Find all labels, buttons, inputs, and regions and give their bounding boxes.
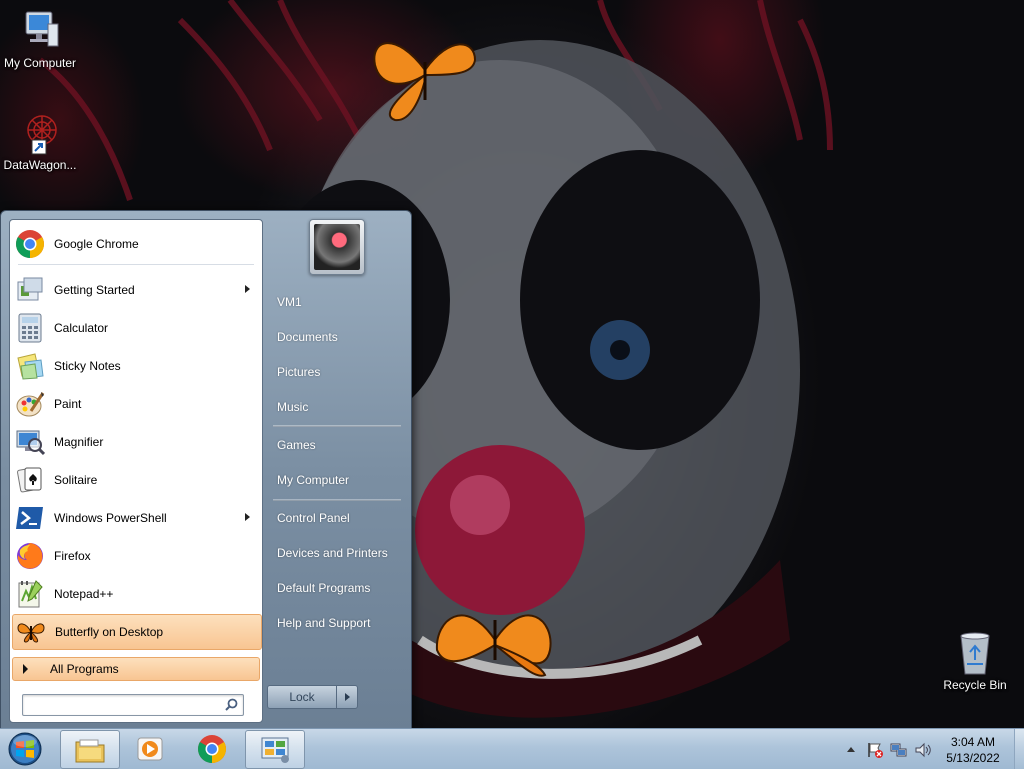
submenu-arrow-icon: [245, 513, 250, 521]
program-item-butterfly-on-desktop[interactable]: Butterfly on Desktop: [12, 614, 262, 650]
desktop-icon-datawagon[interactable]: DataWagon...: [0, 110, 80, 172]
program-item-paint[interactable]: Paint: [12, 386, 260, 422]
right-link-devices-and-printers[interactable]: Devices and Printers: [269, 539, 413, 567]
start-menu: Google Chrome Getting Started Calculator…: [0, 210, 412, 730]
chrome-icon: [14, 228, 46, 260]
start-search-box[interactable]: [22, 694, 244, 716]
program-label: Sticky Notes: [54, 359, 121, 373]
desktop-icon-label: Recycle Bin: [943, 678, 1007, 692]
right-pane-separator: [273, 499, 401, 501]
program-item-calculator[interactable]: Calculator: [12, 310, 260, 346]
start-search-input[interactable]: [27, 695, 221, 715]
program-label: Windows PowerShell: [54, 511, 167, 525]
right-link-pictures[interactable]: Pictures: [269, 358, 413, 386]
show-hidden-icons-chevron-up-icon[interactable]: [846, 745, 856, 753]
search-icon[interactable]: [225, 698, 238, 711]
program-item-firefox[interactable]: Firefox: [12, 538, 260, 574]
start-button[interactable]: [5, 731, 45, 767]
butterfly-icon: [15, 616, 47, 648]
desktop-icon-label: DataWagon...: [3, 158, 77, 172]
program-label: Magnifier: [54, 435, 104, 449]
submenu-arrow-icon: [245, 285, 250, 293]
program-item-google-chrome[interactable]: Google Chrome: [12, 226, 260, 262]
program-label: Firefox: [54, 549, 91, 563]
magnifier-icon: [14, 426, 46, 458]
right-link-default-programs[interactable]: Default Programs: [269, 574, 413, 602]
powershell-icon: [14, 502, 46, 534]
program-item-magnifier[interactable]: Magnifier: [12, 424, 260, 460]
paint-icon: [14, 388, 46, 420]
chrome-icon: [198, 734, 226, 763]
my-computer-icon: [25, 11, 59, 47]
desktop-icon-label: My Computer: [3, 56, 77, 70]
firefox-icon: [14, 540, 46, 572]
program-item-solitaire[interactable]: Solitaire: [12, 462, 260, 498]
media-player-icon: [137, 737, 163, 760]
program-label: Google Chrome: [54, 237, 139, 251]
getting-started-icon: [14, 274, 46, 306]
user-account-picture[interactable]: [309, 219, 365, 275]
action-center-flag-icon[interactable]: [866, 741, 884, 759]
program-label: Butterfly on Desktop: [55, 625, 164, 639]
recycle-bin-icon: [960, 632, 990, 675]
right-link-games[interactable]: Games: [269, 431, 413, 459]
system-clock[interactable]: 3:04 AM 5/13/2022: [928, 734, 1018, 766]
taskbar-media-player-button[interactable]: [121, 730, 179, 767]
right-link-user-folder[interactable]: VM1: [269, 288, 413, 316]
program-label: Solitaire: [54, 473, 98, 487]
shutdown-options-button[interactable]: [336, 685, 358, 709]
show-desktop-button[interactable]: [1014, 729, 1024, 769]
network-icon[interactable]: [890, 741, 908, 759]
clock-time: 3:04 AM: [950, 735, 996, 749]
datawagon-shortcut-icon: [27, 115, 57, 155]
right-link-music[interactable]: Music: [269, 393, 413, 421]
program-label: Calculator: [54, 321, 109, 335]
taskbar-explorer-button[interactable]: [60, 730, 120, 769]
notepadpp-icon: [14, 578, 46, 610]
all-programs-button[interactable]: All Programs: [12, 657, 260, 681]
right-link-documents[interactable]: Documents: [269, 323, 413, 351]
program-item-windows-powershell[interactable]: Windows PowerShell: [12, 500, 260, 536]
chevron-right-icon: [345, 693, 350, 701]
all-programs-arrow-icon: [23, 664, 28, 674]
control-panel-icon: [261, 737, 289, 763]
right-pane-separator: [273, 425, 401, 427]
start-menu-programs-pane: Google Chrome Getting Started Calculator…: [9, 219, 263, 723]
right-link-my-computer[interactable]: My Computer: [269, 466, 413, 494]
program-label: Getting Started: [54, 283, 135, 297]
program-label: Paint: [54, 397, 82, 411]
program-label: Notepad++: [54, 587, 114, 601]
lock-button[interactable]: Lock: [267, 685, 337, 709]
sticky-notes-icon: [14, 350, 46, 382]
programs-separator: [18, 264, 254, 265]
all-programs-label: All Programs: [50, 662, 119, 676]
taskbar-control-panel-button[interactable]: [245, 730, 305, 769]
right-link-control-panel[interactable]: Control Panel: [269, 504, 413, 532]
solitaire-icon: [14, 464, 46, 496]
program-item-notepad-plus-plus[interactable]: Notepad++: [12, 576, 260, 612]
desktop-icon-my-computer[interactable]: My Computer: [0, 8, 80, 70]
program-item-getting-started[interactable]: Getting Started: [12, 272, 260, 308]
desktop-icon-recycle-bin[interactable]: Recycle Bin: [935, 630, 1015, 692]
right-link-help-and-support[interactable]: Help and Support: [269, 609, 413, 637]
clock-date: 5/13/2022: [946, 751, 1000, 765]
taskbar: 3:04 AM 5/13/2022: [0, 728, 1024, 769]
explorer-icon: [75, 739, 105, 762]
program-item-sticky-notes[interactable]: Sticky Notes: [12, 348, 260, 384]
calculator-icon: [14, 312, 46, 344]
taskbar-chrome-button[interactable]: [183, 730, 241, 767]
